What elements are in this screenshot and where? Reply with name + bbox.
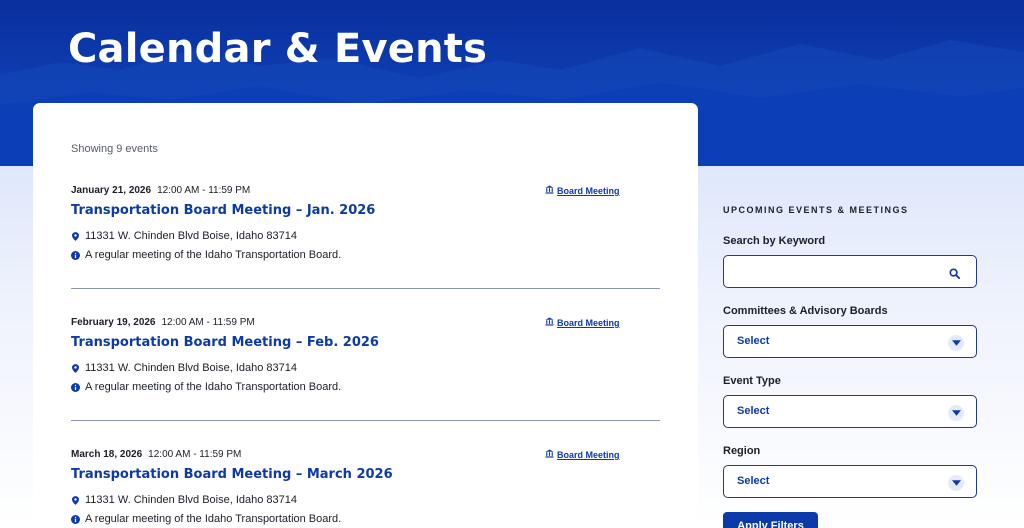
event-date-text: February 19, 2026 <box>71 317 156 328</box>
event-location-text: 11331 W. Chinden Blvd Boise, Idaho 83714 <box>85 362 298 374</box>
event-time: 12:00 AM - 11:59 PM <box>157 185 251 196</box>
event-date-text: March 18, 2026 <box>71 449 143 460</box>
keyword-search-input[interactable] <box>724 256 934 287</box>
keyword-search-field <box>723 255 977 288</box>
event-date-text: January 21, 2026 <box>71 185 152 196</box>
event-type-label: Event Type <box>723 375 781 387</box>
building-icon <box>545 317 554 328</box>
event-location-text: 11331 W. Chinden Blvd Boise, Idaho 83714 <box>85 230 298 242</box>
event-description: A regular meeting of the Idaho Transport… <box>71 249 341 261</box>
event-description: A regular meeting of the Idaho Transport… <box>71 381 341 393</box>
event-location: 11331 W. Chinden Blvd Boise, Idaho 83714 <box>71 494 297 506</box>
event-title-link[interactable]: Transportation Board Meeting – Jan. 2026 <box>71 203 375 218</box>
filters-heading: UPCOMING EVENTS & MEETINGS <box>723 205 909 215</box>
apply-filters-button[interactable]: Apply Filters <box>723 512 818 528</box>
chevron-down-icon <box>948 405 964 421</box>
event-title-link[interactable]: Transportation Board Meeting – March 202… <box>71 467 393 482</box>
event-type-label: Board Meeting <box>557 186 620 196</box>
event-description-text: A regular meeting of the Idaho Transport… <box>85 381 342 393</box>
committees-label: Committees & Advisory Boards <box>723 305 888 317</box>
region-select[interactable]: Select <box>723 465 977 498</box>
map-pin-icon <box>71 363 80 373</box>
event-date: March 18, 2026 12:00 AM - 11:59 PM <box>71 449 241 460</box>
event-location-text: 11331 W. Chinden Blvd Boise, Idaho 83714 <box>85 494 298 506</box>
committees-select-value: Select <box>737 335 770 347</box>
events-card: Showing 9 events January 21, 2026 12:00 A… <box>33 103 698 528</box>
chevron-down-icon <box>948 335 964 351</box>
event-time: 12:00 AM - 11:59 PM <box>148 449 242 460</box>
event-title-link[interactable]: Transportation Board Meeting – Feb. 2026 <box>71 335 379 350</box>
divider <box>71 420 660 421</box>
event-type-select-value: Select <box>737 405 770 417</box>
event-type-label: Board Meeting <box>557 318 620 328</box>
event-description: A regular meeting of the Idaho Transport… <box>71 513 341 525</box>
event-date: January 21, 2026 12:00 AM - 11:59 PM <box>71 185 250 196</box>
event-description-text: A regular meeting of the Idaho Transport… <box>85 249 342 261</box>
divider <box>71 288 660 289</box>
event-type-select[interactable]: Select <box>723 395 977 428</box>
event-type-link[interactable]: Board Meeting <box>545 449 620 460</box>
event-description-text: A regular meeting of the Idaho Transport… <box>85 513 342 525</box>
info-icon <box>71 514 80 524</box>
building-icon <box>545 449 554 460</box>
event-type-link[interactable]: Board Meeting <box>545 317 620 328</box>
event-type-label: Board Meeting <box>557 450 620 460</box>
keyword-label: Search by Keyword <box>723 235 826 247</box>
committees-select[interactable]: Select <box>723 325 977 358</box>
search-icon[interactable] <box>949 266 960 284</box>
results-count: Showing 9 events <box>71 143 158 155</box>
region-label: Region <box>723 445 761 457</box>
map-pin-icon <box>71 495 80 505</box>
map-pin-icon <box>71 231 80 241</box>
info-icon <box>71 382 80 392</box>
region-select-value: Select <box>737 475 770 487</box>
building-icon <box>545 185 554 196</box>
page-title: Calendar & Events <box>68 26 488 72</box>
event-location: 11331 W. Chinden Blvd Boise, Idaho 83714 <box>71 230 297 242</box>
event-type-link[interactable]: Board Meeting <box>545 185 620 196</box>
event-time: 12:00 AM - 11:59 PM <box>161 317 255 328</box>
info-icon <box>71 250 80 260</box>
chevron-down-icon <box>948 475 964 491</box>
event-location: 11331 W. Chinden Blvd Boise, Idaho 83714 <box>71 362 297 374</box>
event-date: February 19, 2026 12:00 AM - 11:59 PM <box>71 317 255 328</box>
